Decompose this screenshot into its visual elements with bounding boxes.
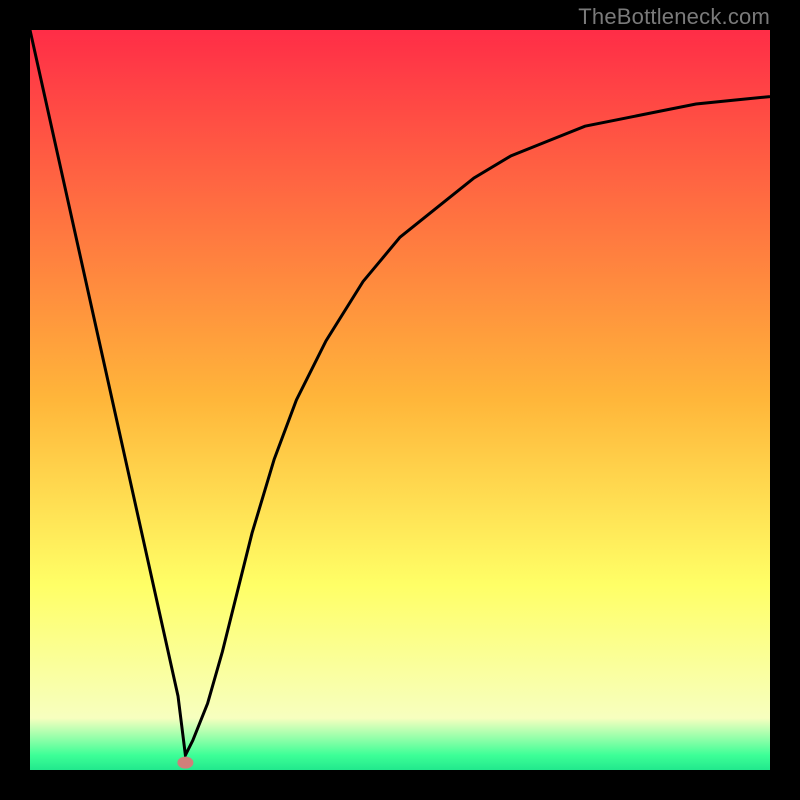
chart-svg: [30, 30, 770, 770]
bottleneck-point-marker: [177, 757, 193, 769]
attribution-label: TheBottleneck.com: [578, 4, 770, 30]
chart-frame: TheBottleneck.com: [0, 0, 800, 800]
plot-area: [30, 30, 770, 770]
gradient-background: [30, 30, 770, 770]
